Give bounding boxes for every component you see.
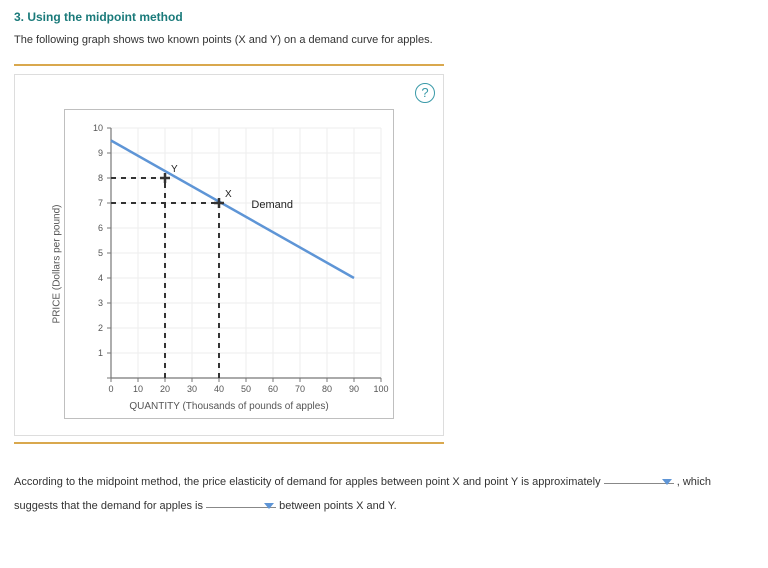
divider-top [14,64,444,66]
svg-text:90: 90 [349,384,359,394]
caret-down-icon [264,503,274,509]
svg-text:6: 6 [98,223,103,233]
svg-text:0: 0 [108,384,113,394]
question-paragraph: According to the midpoint method, the pr… [14,470,754,518]
divider-bottom [14,442,444,444]
svg-text:1: 1 [98,348,103,358]
elasticity-value-dropdown[interactable] [604,470,674,484]
svg-text:70: 70 [295,384,305,394]
chart-card: ? PRICE (Dollars per pound) 0 10 20 30 40 50 6… [14,74,444,436]
svg-text:2: 2 [98,323,103,333]
svg-text:80: 80 [322,384,332,394]
question-intro: The following graph shows two known poin… [14,34,754,46]
q-text-4: between points X and Y. [279,500,397,512]
svg-text:40: 40 [214,384,224,394]
svg-text:10: 10 [133,384,143,394]
x-axis-label: QUANTITY (Thousands of pounds of apples) [65,401,393,412]
svg-text:5: 5 [98,248,103,258]
svg-text:X: X [225,189,232,200]
svg-text:3: 3 [98,298,103,308]
svg-text:10: 10 [93,123,103,133]
svg-text:60: 60 [268,384,278,394]
q-text-3: the demand for apples is [83,500,203,512]
svg-text:9: 9 [98,148,103,158]
elasticity-type-dropdown[interactable] [206,494,276,508]
help-icon[interactable]: ? [415,83,435,103]
svg-text:20: 20 [160,384,170,394]
caret-down-icon [662,479,672,485]
y-axis-label: PRICE (Dollars per pound) [52,205,63,324]
svg-text:100: 100 [373,384,388,394]
svg-text:4: 4 [98,273,103,283]
svg-text:Y: Y [171,164,178,175]
svg-text:50: 50 [241,384,251,394]
question-title: 3. Using the midpoint method [14,10,754,24]
demand-chart: 0 10 20 30 40 50 60 70 80 90 100 1 2 3 4 5 6 7 8 9 10 Y X Deman… [65,110,395,420]
svg-text:30: 30 [187,384,197,394]
q-text-1: According to the midpoint method, the pr… [14,476,601,488]
plot-area: PRICE (Dollars per pound) 01020304050607… [64,109,394,419]
svg-text:Demand: Demand [251,199,293,211]
svg-text:8: 8 [98,173,103,183]
svg-text:7: 7 [98,198,103,208]
